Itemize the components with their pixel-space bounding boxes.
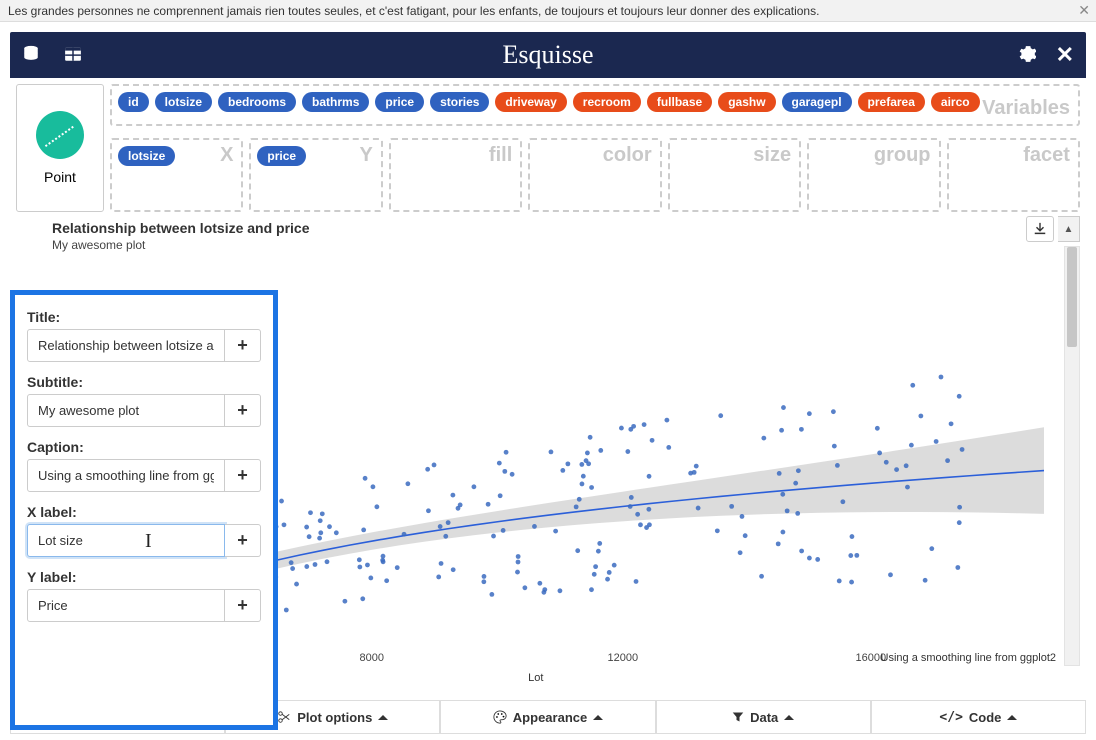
titlebar: Esquisse ✕ bbox=[10, 32, 1086, 78]
var-pill[interactable]: bathrms bbox=[302, 92, 369, 112]
aes-x-chip[interactable]: lotsize bbox=[118, 146, 175, 166]
collapse-toggle[interactable]: ▲ bbox=[1058, 216, 1080, 242]
var-pill[interactable]: recroom bbox=[573, 92, 641, 112]
var-pill[interactable]: garagepl bbox=[782, 92, 852, 112]
subtitle-plus-button[interactable]: + bbox=[225, 394, 261, 427]
var-pill[interactable]: airco bbox=[931, 92, 980, 112]
tab-data[interactable]: Data bbox=[656, 700, 871, 734]
tab-label: Code bbox=[969, 710, 1002, 725]
chevron-up-icon bbox=[784, 715, 794, 720]
xtick: 12000 bbox=[608, 652, 639, 664]
var-pill[interactable]: lotsize bbox=[155, 92, 212, 112]
app-title: Esquisse bbox=[503, 40, 594, 70]
variables-dropzone[interactable]: id lotsize bedrooms bathrms price storie… bbox=[110, 84, 1080, 126]
builder-area: Point id lotsize bedrooms bathrms price … bbox=[10, 78, 1086, 212]
aes-color-dropzone[interactable]: color bbox=[528, 138, 661, 212]
chevron-up-icon bbox=[593, 715, 603, 720]
aes-color-label: color bbox=[603, 144, 652, 167]
text-cursor-icon: I bbox=[145, 530, 152, 553]
plot-subtitle: My awesome plot bbox=[52, 238, 1074, 252]
aes-facet-dropzone[interactable]: facet bbox=[947, 138, 1080, 212]
filter-icon bbox=[732, 711, 744, 723]
close-app-icon[interactable]: ✕ bbox=[1056, 42, 1074, 68]
xlabel-input[interactable] bbox=[27, 524, 225, 557]
aes-size-label: size bbox=[753, 144, 791, 167]
title-input[interactable] bbox=[27, 329, 225, 362]
title-plus-button[interactable]: + bbox=[225, 329, 261, 362]
var-pill[interactable]: stories bbox=[430, 92, 489, 112]
scrollbar[interactable] bbox=[1064, 246, 1080, 666]
aes-fill-label: fill bbox=[489, 144, 512, 167]
database-icon[interactable] bbox=[22, 45, 40, 66]
geom-card[interactable]: Point bbox=[16, 84, 104, 212]
subtitle-input[interactable] bbox=[27, 394, 225, 427]
plot-caption: Using a smoothing line from ggplot2 bbox=[881, 652, 1056, 664]
aes-x-label: X bbox=[220, 144, 233, 167]
xtick: 8000 bbox=[360, 652, 384, 664]
var-pill[interactable]: gashw bbox=[718, 92, 775, 112]
var-pill[interactable]: id bbox=[118, 92, 149, 112]
tab-label: Data bbox=[750, 710, 778, 725]
geom-point-icon bbox=[36, 111, 84, 159]
code-icon: </> bbox=[939, 710, 962, 725]
geom-name: Point bbox=[44, 169, 76, 185]
tab-label: Plot options bbox=[297, 710, 372, 725]
field-label-ylabel: Y label: bbox=[27, 569, 261, 585]
caption-input[interactable] bbox=[27, 459, 225, 492]
aes-group-label: group bbox=[874, 144, 931, 167]
var-pill[interactable]: prefarea bbox=[858, 92, 925, 112]
aes-y-chip[interactable]: price bbox=[257, 146, 306, 166]
download-button[interactable] bbox=[1026, 216, 1054, 242]
gear-icon[interactable] bbox=[1018, 45, 1036, 66]
field-label-caption: Caption: bbox=[27, 439, 261, 455]
aes-x-dropzone[interactable]: lotsize X bbox=[110, 138, 243, 212]
palette-icon bbox=[493, 710, 507, 724]
variables-label: Variables bbox=[982, 97, 1070, 120]
aes-facet-label: facet bbox=[1023, 144, 1070, 167]
ylabel-plus-button[interactable]: + bbox=[225, 589, 261, 622]
quote-bar: Les grandes personnes ne comprennent jam… bbox=[0, 0, 1096, 22]
labels-panel: Title: + Subtitle: + Caption: + X label:… bbox=[10, 290, 278, 730]
xlabel-plus-button[interactable]: + bbox=[225, 524, 261, 557]
aes-fill-dropzone[interactable]: fill bbox=[389, 138, 522, 212]
plot-xlabel: Lot bbox=[528, 672, 543, 684]
aes-group-dropzone[interactable]: group bbox=[807, 138, 940, 212]
close-icon[interactable]: ✕ bbox=[1078, 2, 1090, 19]
tab-label: Appearance bbox=[513, 710, 587, 725]
quote-text: Les grandes personnes ne comprennent jam… bbox=[8, 4, 819, 18]
aes-y-dropzone[interactable]: price Y bbox=[249, 138, 382, 212]
plot-title: Relationship between lotsize and price bbox=[52, 220, 1074, 236]
field-label-title: Title: bbox=[27, 309, 261, 325]
tab-appearance[interactable]: Appearance bbox=[440, 700, 655, 734]
aes-size-dropzone[interactable]: size bbox=[668, 138, 801, 212]
var-pill[interactable]: price bbox=[375, 92, 424, 112]
var-pill[interactable]: driveway bbox=[495, 92, 566, 112]
caption-plus-button[interactable]: + bbox=[225, 459, 261, 492]
scissors-icon bbox=[277, 710, 291, 724]
table-icon[interactable] bbox=[64, 45, 82, 66]
scrollbar-thumb[interactable] bbox=[1067, 247, 1077, 347]
var-pill[interactable]: fullbase bbox=[647, 92, 712, 112]
ylabel-input[interactable] bbox=[27, 589, 225, 622]
field-label-xlabel: X label: bbox=[27, 504, 261, 520]
field-label-subtitle: Subtitle: bbox=[27, 374, 261, 390]
tab-code[interactable]: </> Code bbox=[871, 700, 1086, 734]
var-pill[interactable]: bedrooms bbox=[218, 92, 296, 112]
chevron-up-icon bbox=[1007, 715, 1017, 720]
aes-y-label: Y bbox=[360, 144, 373, 167]
chevron-up-icon bbox=[378, 715, 388, 720]
